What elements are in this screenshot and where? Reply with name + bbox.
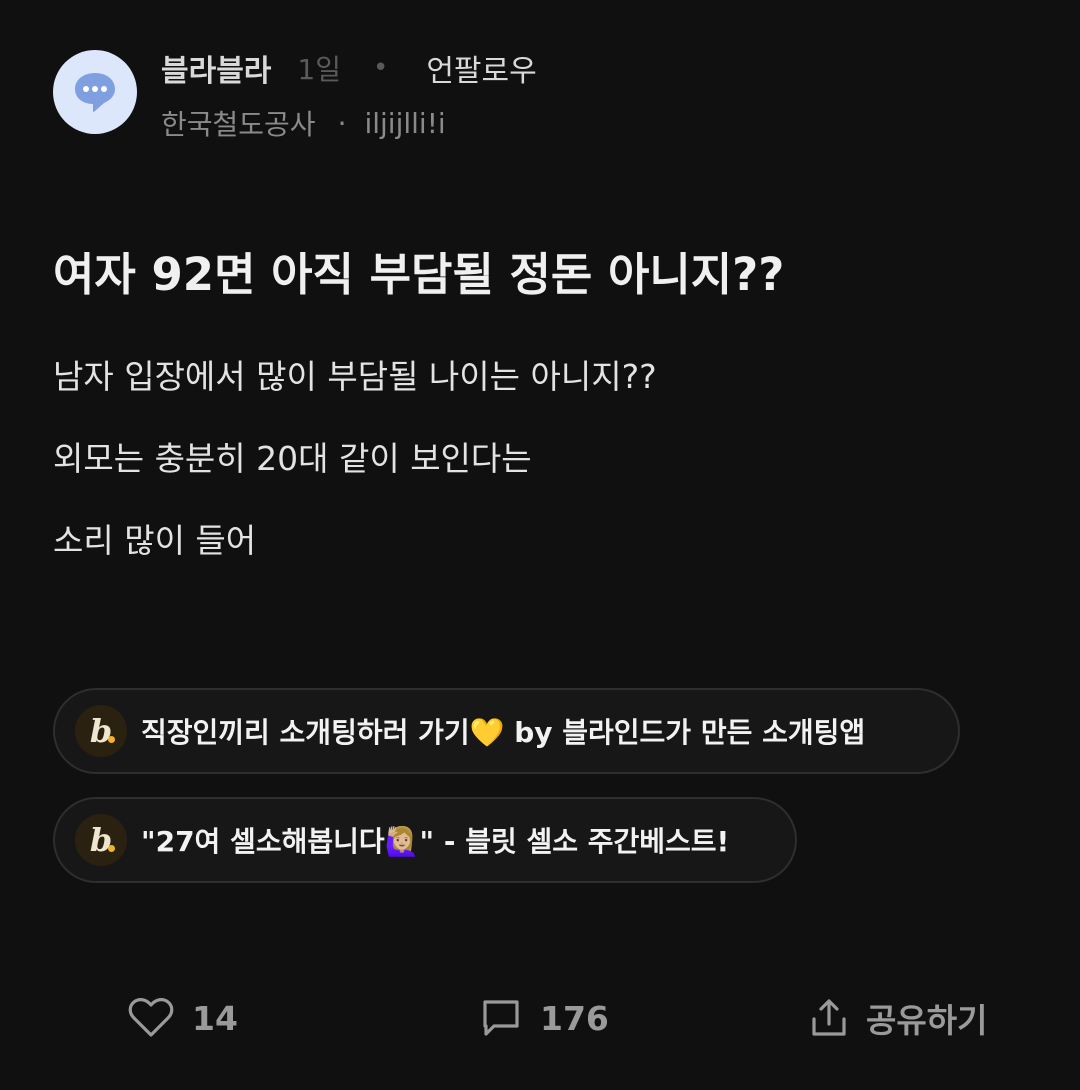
author-nickname[interactable]: iljijlli!i <box>364 107 445 140</box>
post-body-line: 외모는 충분히 20대 같이 보인다는 <box>53 439 532 478</box>
community-name[interactable]: 블라블라 <box>161 46 271 90</box>
share-label: 공유하기 <box>866 1001 988 1040</box>
share-button[interactable]: 공유하기 <box>808 992 987 1044</box>
like-count: 14 <box>192 998 238 1038</box>
chat-bubble-icon <box>75 73 115 112</box>
post-time: 1일 <box>297 53 341 86</box>
comment-count: 176 <box>540 998 609 1038</box>
post-body: 남자 입장에서 많이 부담될 나이는 아니지?? 외모는 충분히 20대 같이 … <box>53 336 657 582</box>
comment-button[interactable]: 176 <box>480 992 609 1044</box>
like-button[interactable]: 14 <box>128 992 238 1044</box>
meta-dot: • <box>372 53 389 83</box>
post-title: 여자 92면 아직 부담될 정돈 아니지?? <box>53 248 785 301</box>
post-actions: 14 176 공유하기 <box>0 992 1080 1044</box>
author-company[interactable]: 한국철도공사 <box>161 103 316 143</box>
promo-banner-dating[interactable]: b 직장인끼리 소개팅하러 가기💛 by 블라인드가 만든 소개팅앱 <box>53 688 960 774</box>
heart-icon <box>128 998 174 1037</box>
share-icon <box>812 999 846 1036</box>
promo-text: 직장인끼리 소개팅하러 가기💛 by 블라인드가 만든 소개팅앱 <box>141 716 866 749</box>
comment-icon <box>483 1000 519 1036</box>
post-body-line: 소리 많이 들어 <box>53 521 257 560</box>
blind-logo-icon: b <box>75 705 127 757</box>
community-avatar[interactable] <box>53 50 137 134</box>
blind-logo-icon: b <box>75 814 127 866</box>
unfollow-button[interactable]: 언팔로우 <box>426 46 536 90</box>
promo-banner-selfintro[interactable]: b "27여 셀소해봅니다🙋🏼‍♀️" - 블릿 셀소 주간베스트! <box>53 797 797 883</box>
post-header: 블라블라 1일 • 언팔로우 한국철도공사 · iljijlli!i <box>53 50 537 143</box>
meta-separator: · <box>337 106 347 140</box>
promo-text: "27여 셀소해봅니다🙋🏼‍♀️" - 블릿 셀소 주간베스트! <box>141 825 730 858</box>
post-body-line: 남자 입장에서 많이 부담될 나이는 아니지?? <box>53 357 657 396</box>
